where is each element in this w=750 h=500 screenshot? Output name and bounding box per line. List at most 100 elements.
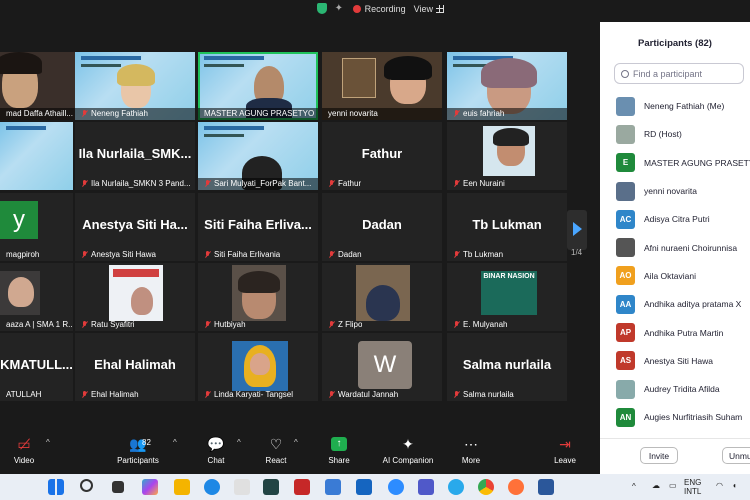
video-tile[interactable]: KMATULL... ATULLAH (0, 333, 73, 401)
participant-name: Neneng Fathiah (81, 109, 148, 118)
video-tile[interactable]: Fathur Fathur (322, 122, 442, 190)
tray-chevron-icon[interactable]: ^ (632, 482, 636, 491)
video-tile[interactable]: Salma nurlaila Salma nurlaila (447, 333, 567, 401)
video-tile[interactable]: Linda Karyati- Tangsel (198, 333, 318, 401)
chrome-icon[interactable] (478, 479, 494, 495)
mcafee-icon[interactable] (294, 479, 310, 495)
mic-muted-icon (328, 390, 335, 399)
store-icon[interactable] (325, 479, 341, 495)
view-label: View (413, 3, 433, 14)
video-tile[interactable]: Z Flipo (322, 263, 442, 331)
video-tile[interactable]: Tb Lukman Tb Lukman (447, 193, 567, 261)
shield-icon[interactable] (316, 3, 327, 14)
participant-name: Linda Karyati- Tangsel (204, 390, 293, 399)
chat-options-caret[interactable]: ^ (237, 438, 241, 447)
wifi-icon[interactable]: ◠ (716, 481, 723, 490)
l-app-icon[interactable] (263, 479, 279, 495)
participant-row[interactable]: AA Andhika aditya pratama X (600, 290, 750, 318)
participant-row[interactable]: Neneng Fathiah (Me) (600, 92, 750, 120)
video-tile[interactable]: Ratu Syafitri (75, 263, 195, 331)
video-options-caret[interactable]: ^ (46, 438, 50, 447)
video-tile[interactable]: Neneng Fathiah (75, 52, 195, 120)
video-tile[interactable]: Dadan Dadan (322, 193, 442, 261)
zoom-icon[interactable] (388, 479, 404, 495)
video-tile[interactable]: yenni novarita (322, 52, 442, 120)
participant-row[interactable]: E MASTER AGUNG PRASETY (600, 149, 750, 177)
search-input[interactable]: Find a participant (614, 63, 744, 84)
sparkle-icon[interactable]: ✦ (335, 3, 345, 14)
avatar: W (358, 341, 412, 389)
participant-name: Fathur (328, 179, 361, 188)
mic-muted-icon (328, 320, 335, 329)
view-button[interactable]: View (414, 4, 444, 14)
participant-row-name: Aila Oktaviani (644, 270, 696, 281)
video-tile[interactable]: Anestya Siti Ha... Anestya Siti Hawa (75, 193, 195, 261)
more-button[interactable]: ⋯ More (441, 434, 501, 466)
video-tile[interactable]: Siti Faiha Erliva... Siti Faiha Erlivani… (198, 193, 318, 261)
participant-row[interactable]: AS Anestya Siti Hawa (600, 347, 750, 375)
windows-start-icon[interactable] (48, 479, 64, 495)
firefox-icon[interactable] (508, 479, 524, 495)
edge-icon[interactable] (204, 479, 220, 495)
telegram-icon[interactable] (448, 479, 464, 495)
avatar (616, 96, 635, 116)
participant-row[interactable]: AO Aila Oktaviani (600, 262, 750, 290)
search-placeholder: Find a participant (633, 68, 703, 79)
video-tile[interactable]: euis fahriah (447, 52, 567, 120)
participant-row[interactable]: RD (Host) (600, 120, 750, 148)
video-tile[interactable]: BINAR NASION E. Mulyanah (447, 263, 567, 331)
react-options-caret[interactable]: ^ (294, 438, 298, 447)
video-tile[interactable]: aaza A | SMA 1 R... (0, 263, 73, 331)
top-bar: ✦ Recording View (0, 0, 600, 22)
language-indicator[interactable]: ENG INTL (684, 478, 701, 496)
participants-options-caret[interactable]: ^ (173, 438, 177, 447)
participant-row[interactable]: AP Andhika Putra Martin (600, 318, 750, 346)
video-tile[interactable]: W Wardatul Jannah (322, 333, 442, 401)
video-tile-active-speaker[interactable]: MASTER AGUNG PRASETYO (198, 52, 318, 120)
participants-button[interactable]: 👥 82 Participants (108, 434, 168, 466)
volume-icon[interactable]: ◖ (732, 481, 737, 490)
word-icon[interactable] (538, 479, 554, 495)
participant-row[interactable]: Afni nuraeni Choirunnisa (600, 233, 750, 261)
recording-indicator[interactable]: Recording (352, 4, 406, 14)
unmute-all-button[interactable]: Unmu (722, 447, 750, 464)
leave-button[interactable]: ⇥ Leave (535, 434, 595, 466)
file-explorer-icon[interactable] (174, 479, 190, 495)
video-tile[interactable]: Sari Mulyati_ForPak Bant... (198, 122, 318, 190)
dropbox-icon[interactable] (356, 479, 372, 495)
ai-companion-button[interactable]: ✦ AI Companion (378, 434, 438, 466)
leave-door-icon: ⇥ (559, 435, 571, 452)
invite-button[interactable]: Invite (640, 447, 678, 464)
participant-row[interactable]: yenni novarita (600, 177, 750, 205)
app-grid-icon[interactable] (234, 479, 250, 495)
search-icon[interactable] (80, 479, 93, 492)
video-tile[interactable]: Ehal Halimah Ehal Halimah (75, 333, 195, 401)
video-tile[interactable]: y magpiroh (0, 193, 73, 261)
avatar: AS (616, 351, 635, 371)
participant-name: Dadan (328, 250, 362, 259)
task-view-icon[interactable] (112, 481, 124, 493)
participant-name: euis fahriah (453, 109, 504, 118)
teams-icon[interactable] (418, 479, 434, 495)
video-tile[interactable]: Ila Nurlaila_SMK... Ila Nurlaila_SMKN 3 … (75, 122, 195, 190)
participants-count: 82 (142, 438, 151, 447)
participant-row[interactable]: AC Adisya Citra Putri (600, 205, 750, 233)
participant-name: Tb Lukman (453, 250, 503, 259)
participant-row[interactable]: Audrey Tridita Afilda (600, 375, 750, 403)
participant-display-name: Ila Nurlaila_SMK... (78, 146, 192, 161)
video-tile[interactable] (0, 122, 73, 190)
copilot-icon[interactable] (142, 479, 158, 495)
share-button[interactable]: ↑ Share (309, 434, 369, 465)
battery-icon[interactable]: ▭ (669, 481, 677, 490)
avatar (616, 124, 635, 144)
next-page-button[interactable] (567, 210, 587, 250)
participant-display-name: KMATULL... (0, 357, 73, 372)
cloud-icon[interactable]: ☁ (652, 481, 660, 490)
participant-row[interactable]: AN Augies Nurfitriasih Suham (600, 403, 750, 431)
video-tile[interactable]: Hutbiyah (198, 263, 318, 331)
participant-name: Een Nuraini (453, 179, 505, 188)
mic-muted-icon (81, 109, 88, 118)
participant-name: Wardatul Jannah (328, 390, 398, 399)
mic-muted-icon (453, 250, 460, 259)
video-tile[interactable]: Een Nuraini (447, 122, 567, 190)
